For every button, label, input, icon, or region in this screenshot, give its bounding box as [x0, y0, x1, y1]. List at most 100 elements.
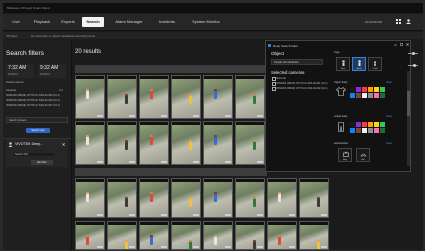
result-thumbnail[interactable] [299, 221, 329, 250]
result-thumbnail[interactable] [139, 178, 169, 218]
result-thumbnail[interactable] [171, 178, 201, 218]
search-filter-text: Search filter [15, 153, 29, 156]
result-thumbnail[interactable] [267, 178, 297, 218]
result-thumbnail[interactable] [171, 121, 201, 165]
slider-handle[interactable] [413, 64, 416, 67]
tab-exports[interactable]: Exports [57, 17, 79, 27]
result-thumbnail[interactable] [171, 75, 201, 119]
color-swatch[interactable] [356, 93, 361, 98]
result-thumbnail[interactable] [75, 178, 105, 218]
color-swatch[interactable] [374, 122, 379, 127]
thumbnail-image [236, 125, 264, 164]
color-swatch[interactable] [350, 122, 355, 127]
result-thumbnail[interactable] [139, 75, 169, 119]
type-option-adult[interactable]: Adult [352, 57, 366, 71]
camera-list-item[interactable]: VDS1000 (08016) VOTH-UC-SSS-00-007 (10.1… [6, 104, 60, 107]
maximize-icon[interactable] [400, 43, 403, 46]
result-thumbnail[interactable] [139, 221, 169, 250]
tab-playback[interactable]: Playback [29, 17, 55, 27]
color-swatch[interactable] [368, 93, 373, 98]
search-category-title: VIVOTEK Deep... [15, 142, 44, 146]
minimize-icon[interactable] [394, 44, 397, 46]
type-option-any[interactable]: Any [336, 57, 350, 71]
user-icon[interactable] [406, 19, 411, 24]
close-icon[interactable] [62, 143, 65, 146]
type-option-child[interactable]: Child [368, 57, 382, 71]
color-swatch[interactable] [362, 93, 367, 98]
search-filter-input[interactable]: Search filter [14, 153, 54, 156]
result-thumbnail[interactable] [75, 221, 105, 250]
close-icon[interactable] [406, 43, 409, 46]
accessory-hat[interactable]: Hat [356, 148, 370, 162]
color-swatch[interactable] [380, 93, 385, 98]
result-thumbnail[interactable] [107, 121, 137, 165]
clear-accessories-link[interactable]: Clear [386, 142, 392, 145]
color-swatch[interactable] [356, 87, 361, 92]
dialog-scrollbar[interactable] [407, 71, 410, 166]
tab-search[interactable]: Search [82, 17, 104, 27]
clear-lower-link[interactable]: Clear [386, 115, 392, 118]
color-swatch[interactable] [380, 87, 385, 92]
thumbnail-badge [129, 115, 135, 117]
result-thumbnail[interactable] [107, 75, 137, 119]
camera-list-item[interactable]: VDS1000 (08016) VOTH-UC-SSS-00-005 (10.1… [6, 94, 60, 97]
tab-system-monitor[interactable]: System Monitor [184, 17, 228, 27]
result-thumbnail[interactable] [203, 178, 233, 218]
result-thumbnail[interactable] [235, 121, 265, 165]
color-swatch[interactable] [350, 128, 355, 133]
color-swatch[interactable] [374, 128, 379, 133]
edit-filter-button[interactable]: Edit filter [31, 160, 53, 165]
clear-upper-link[interactable]: Clear [386, 81, 392, 84]
end-time-picker[interactable]: 9:32 AM 10/13/21 [38, 64, 66, 78]
search-subsets-select[interactable]: Search subsets [6, 117, 68, 123]
result-thumbnail[interactable] [203, 75, 233, 119]
result-thumbnail[interactable] [107, 178, 137, 218]
tab-incidents[interactable]: Incidents [153, 17, 181, 27]
search-category-card: VIVOTEK Deep... Search filter Edit filte… [6, 139, 68, 167]
result-thumbnail[interactable] [203, 221, 233, 250]
person-figure [86, 89, 89, 99]
accessory-label: Bag [343, 158, 347, 161]
tab-alarm-manager[interactable]: Alarm Manager [108, 17, 150, 27]
edit-cameras-link[interactable]: Edit [59, 89, 63, 92]
result-thumbnail[interactable] [75, 121, 105, 165]
color-swatch[interactable] [350, 87, 355, 92]
thumbnail-badge [129, 246, 135, 248]
color-swatch[interactable] [374, 87, 379, 92]
color-swatch[interactable] [356, 128, 361, 133]
result-thumbnail[interactable] [75, 75, 105, 119]
result-thumbnail[interactable] [139, 121, 169, 165]
color-swatch[interactable] [374, 93, 379, 98]
grid-view-icon[interactable] [396, 19, 401, 24]
person-figure [253, 94, 256, 104]
slider-handle[interactable] [412, 52, 415, 55]
thumbnail-badge [225, 161, 231, 163]
color-swatch[interactable] [380, 128, 385, 133]
color-swatch[interactable] [350, 93, 355, 98]
start-time-picker[interactable]: 7:32 AM 10/13/21 [6, 64, 34, 78]
result-thumbnail[interactable] [235, 221, 265, 250]
result-thumbnail[interactable] [107, 221, 137, 250]
color-swatch[interactable] [368, 122, 373, 127]
result-thumbnail[interactable] [299, 178, 329, 218]
thumbnail-badge [193, 161, 199, 163]
color-swatch[interactable] [368, 128, 373, 133]
color-swatch[interactable] [356, 122, 361, 127]
color-swatch[interactable] [380, 122, 385, 127]
color-swatch[interactable] [362, 87, 367, 92]
result-thumbnail[interactable] [171, 221, 201, 250]
result-thumbnail[interactable] [235, 75, 265, 119]
tab-live[interactable]: Live [6, 17, 26, 27]
search-now-button[interactable]: Search now [26, 128, 50, 133]
result-thumbnail[interactable] [267, 221, 297, 250]
color-swatch[interactable] [368, 87, 373, 92]
camera-list-item[interactable]: VDS1000 (08016) VOTH-UC-SSS-00-006 (10.1… [6, 99, 60, 102]
dialog-scrollbar-thumb[interactable] [407, 91, 410, 116]
color-swatch[interactable] [362, 128, 367, 133]
color-swatch[interactable] [362, 122, 367, 127]
result-thumbnail[interactable] [235, 178, 265, 218]
object-select[interactable]: People with attributes [271, 59, 323, 65]
person-figure [125, 140, 128, 150]
accessory-bag[interactable]: Bag [338, 148, 352, 162]
result-thumbnail[interactable] [203, 121, 233, 165]
